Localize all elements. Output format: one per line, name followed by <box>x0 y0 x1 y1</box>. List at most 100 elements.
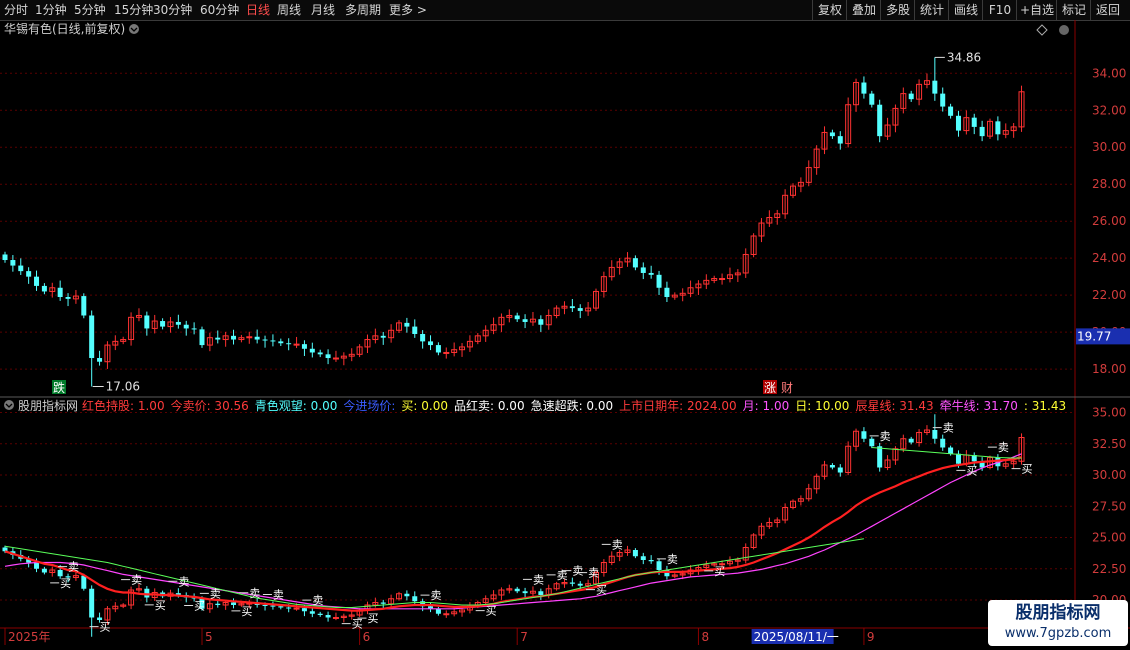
main-candle-down <box>65 297 71 299</box>
main-candle-down <box>97 358 103 362</box>
sell-signal: 卖 <box>998 441 1009 454</box>
buy-signal: 买 <box>60 577 71 590</box>
indicator-legend-10: 辰星线: 31.43 <box>855 399 933 413</box>
main-candle-down <box>412 326 418 334</box>
toolbar-button-4[interactable]: 画线 <box>948 0 983 20</box>
sell-signal: 卖 <box>943 422 954 435</box>
sub-candle-down <box>215 603 221 605</box>
period-tab-9[interactable]: 多周期 <box>345 0 381 20</box>
main-candle-down <box>26 271 32 277</box>
main-tick-label: 26.00 <box>1092 214 1126 228</box>
cai-marker: 财 <box>781 381 793 395</box>
main-candle-down <box>829 132 835 137</box>
main-candle-down <box>837 136 843 144</box>
main-candle-down <box>861 82 867 94</box>
main-candle-down <box>160 321 166 327</box>
main-candle-down <box>34 276 40 286</box>
toolbar: 分时 1分钟 5分钟 15分钟 30分钟 60分钟 日线 周线 月线 多周期 更多 > 复权 叠加 多股统… <box>0 0 1130 21</box>
main-candle-up <box>332 357 339 360</box>
sub-candle-down <box>309 611 315 614</box>
period-tab-3[interactable]: 15分钟 <box>114 0 153 20</box>
sub-candle-down <box>829 465 835 468</box>
period-tab-2[interactable]: 5分钟 <box>74 0 106 20</box>
period-tab-7[interactable]: 周线 <box>277 0 301 20</box>
sub-candle-down <box>837 467 843 473</box>
sell-signal: 卖 <box>667 553 678 566</box>
sub-candle-down <box>270 605 276 607</box>
sub-candle-down <box>2 547 8 552</box>
toolbar-button-7[interactable]: 标记 <box>1056 0 1091 20</box>
period-tab-5[interactable]: 60分钟 <box>200 0 239 20</box>
sell-signal: 卖 <box>612 538 623 551</box>
sub-tick-label: 30.00 <box>1092 468 1126 482</box>
sub-candle-down <box>231 602 237 605</box>
main-candle-down <box>877 104 883 137</box>
diamond-icon <box>1036 24 1048 36</box>
main-candle-up <box>719 278 726 281</box>
period-tab-8[interactable]: 月线 <box>311 0 335 20</box>
sub-candle-down <box>522 591 528 594</box>
toolbar-button-5[interactable]: F10 <box>982 0 1017 20</box>
sub-candle-down <box>57 570 63 577</box>
main-candle-down <box>420 333 426 342</box>
main-candle-down <box>270 340 276 342</box>
sell-signal: 卖 <box>210 587 221 600</box>
toolbar-button-3[interactable]: 统计 <box>914 0 949 20</box>
sub-candle-up <box>293 607 300 610</box>
toolbar-button-0[interactable]: 复权 <box>812 0 847 20</box>
indicator-legend-4: 买: 0.00 <box>401 399 448 413</box>
settings-icon <box>1059 25 1069 35</box>
toolbar-button-1[interactable]: 叠加 <box>846 0 881 20</box>
main-candle-down <box>10 260 16 266</box>
main-candle-down <box>640 267 646 273</box>
period-tab-1[interactable]: 1分钟 <box>35 0 67 20</box>
buy-signal: 买 <box>100 621 111 634</box>
sub-candle-down <box>948 447 954 454</box>
main-candle-down <box>932 80 938 94</box>
toolbar-button-2[interactable]: 多股 <box>880 0 915 20</box>
sub-candle-down <box>435 608 441 614</box>
indicator-legend-11: 牵牛线: 31.70 <box>940 398 1018 413</box>
main-tick-label: 30.00 <box>1092 140 1126 154</box>
main-candle-down <box>191 328 197 330</box>
time-axis-label: 7 <box>520 630 528 644</box>
toolbar-button-8[interactable]: 返回 <box>1090 0 1125 20</box>
main-candle-down <box>57 287 63 298</box>
main-tick-label: 32.00 <box>1092 103 1126 117</box>
main-candle-down <box>18 265 24 272</box>
indicator-legend-6: 急速超跌: 0.00 <box>531 398 614 413</box>
sub-candle-down <box>869 438 875 447</box>
main-candle-down <box>183 324 189 329</box>
main-candle-down <box>656 274 662 288</box>
sub-candle-down <box>41 568 47 573</box>
main-tick-label: 22.00 <box>1092 288 1126 302</box>
sub-candle-down <box>81 575 87 589</box>
main-tick-label: 24.00 <box>1092 251 1126 265</box>
buy-signal: 买 <box>367 612 378 625</box>
main-candle-down <box>199 329 205 346</box>
period-tab-0[interactable]: 分时 <box>4 0 28 20</box>
main-candle-down <box>940 93 946 107</box>
time-axis-label: 9 <box>867 630 875 644</box>
sub-candle-up <box>332 617 339 619</box>
date-cursor-label: 2025/08/11/一 <box>754 630 839 644</box>
sell-signal: 卖 <box>312 594 323 607</box>
main-candle-up <box>443 351 450 354</box>
sell-signal: 卖 <box>68 561 79 574</box>
sell-signal: 卖 <box>588 567 599 580</box>
main-candle-down <box>435 345 441 353</box>
main-candle-down <box>955 115 961 131</box>
time-axis-label: 5 <box>205 630 213 644</box>
period-tab-10[interactable]: 更多 > <box>389 0 427 20</box>
main-candle-down <box>286 343 292 345</box>
main-candle-up <box>293 343 300 346</box>
sub-candle-down <box>640 556 646 560</box>
main-candle-down <box>175 321 181 325</box>
sub-tick-label: 32.50 <box>1092 437 1126 451</box>
watermark-url: www.7gpzb.com <box>1004 626 1112 641</box>
indicator-legend-9: 日: 10.00 <box>795 399 849 413</box>
period-tab-6[interactable]: 日线 <box>246 0 270 20</box>
toolbar-button-6[interactable]: +自选 <box>1016 0 1057 20</box>
sub-candle-down <box>89 588 95 618</box>
period-tab-4[interactable]: 30分钟 <box>153 0 192 20</box>
